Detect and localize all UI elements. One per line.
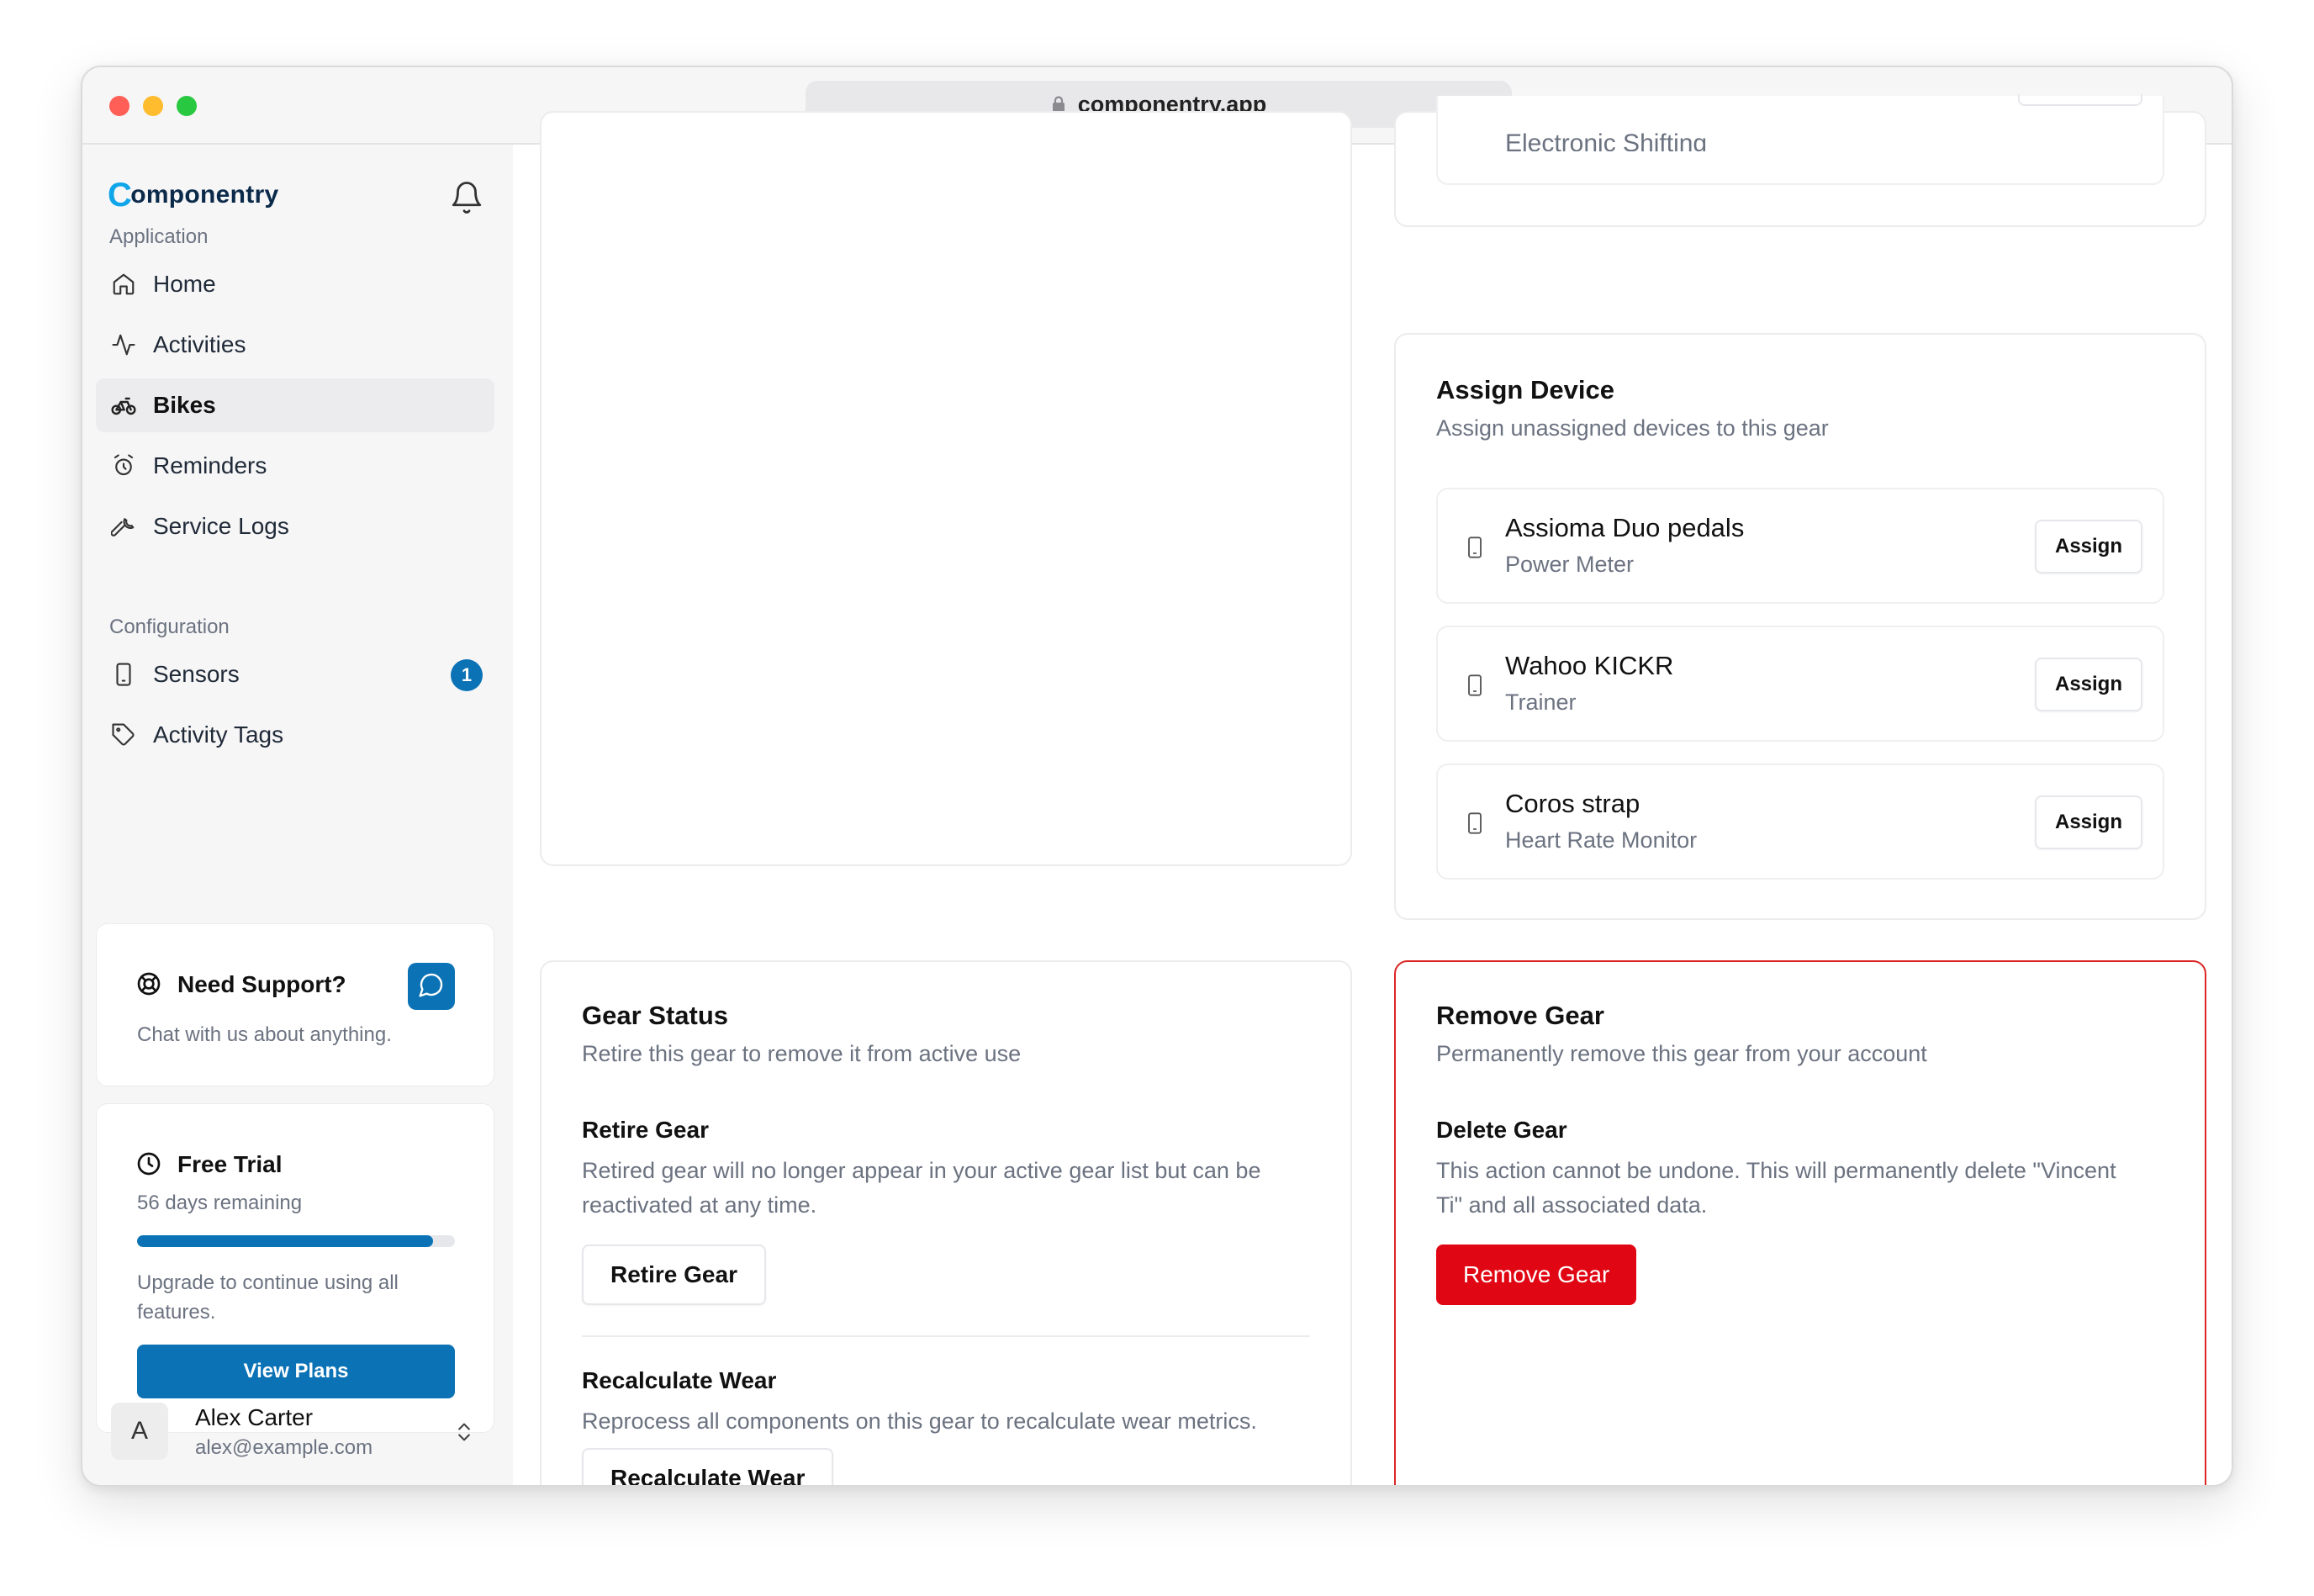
tablet-icon: [1463, 671, 1487, 704]
assign-button[interactable]: Assign: [2035, 520, 2142, 573]
device-type: Heart Rate Monitor: [1505, 827, 1698, 853]
sidebar-item-label: Reminders: [153, 452, 267, 478]
assign-device-card: Assign Device Assign unassigned devices …: [1394, 333, 2206, 920]
gear-status-card: Gear Status Retire this gear to remove i…: [540, 960, 1352, 1485]
empty-upper-card: [540, 111, 1352, 866]
sidebar-item-sensors[interactable]: Sensors 1: [96, 647, 494, 701]
sidebar-item-label: Bikes: [153, 392, 216, 418]
tag-icon: [109, 721, 138, 749]
device-type: Trainer: [1505, 690, 1577, 715]
sidebar: C omponentry Application Home Activities…: [82, 145, 513, 1485]
trial-days-remaining: 56 days remaining: [137, 1192, 303, 1214]
bike-icon: [109, 391, 138, 420]
remove-gear-subtitle: Permanently remove this gear from your a…: [1436, 1041, 1927, 1066]
section-divider: [582, 1335, 1310, 1337]
assign-device-subtitle: Assign unassigned devices to this gear: [1436, 415, 1829, 441]
trial-note: Upgrade to continue using all features.: [137, 1271, 399, 1324]
device-row: Coros strap Heart Rate Monitor Assign: [1436, 764, 2164, 880]
lifebuoy-icon: [135, 970, 162, 1001]
chat-button[interactable]: [408, 963, 455, 1010]
assign-button[interactable]: Assign: [2035, 658, 2142, 711]
user-email: alex@example.com: [195, 1436, 373, 1459]
device-name: Coros strap: [1505, 789, 1640, 818]
recalculate-wear-description: Reprocess all components on this gear to…: [582, 1408, 1257, 1434]
remove-gear-card: Remove Gear Permanently remove this gear…: [1394, 960, 2206, 1485]
remove-gear-title: Remove Gear: [1436, 1001, 1604, 1030]
device-name: Wahoo KICKR: [1505, 651, 1674, 680]
sidebar-item-home[interactable]: Home: [96, 257, 494, 311]
trial-progress-bar: [137, 1235, 455, 1247]
recalculate-wear-button[interactable]: Recalculate Wear: [582, 1448, 834, 1485]
wrench-icon: [109, 512, 138, 541]
brand-logo-mark: C: [108, 177, 133, 214]
minimize-window-button[interactable]: [143, 96, 163, 116]
sidebar-item-activities[interactable]: Activities: [96, 318, 494, 372]
chat-bubble-icon: [418, 971, 445, 1002]
remove-gear-button[interactable]: Remove Gear: [1436, 1245, 1637, 1305]
avatar: A: [111, 1403, 168, 1460]
tablet-icon: [109, 660, 138, 689]
sidebar-item-label: Home: [153, 271, 216, 297]
clock-icon: [135, 1150, 162, 1181]
partial-row-button[interactable]: [2018, 94, 2142, 106]
sidebar-item-activity-tags[interactable]: Activity Tags: [96, 708, 494, 762]
assign-button[interactable]: Assign: [2035, 795, 2142, 849]
chevrons-up-down-icon: [452, 1418, 476, 1451]
assign-device-title: Assign Device: [1436, 375, 1614, 404]
retire-gear-description: Retired gear will no longer appear in yo…: [582, 1158, 1261, 1218]
support-subtitle: Chat with us about anything.: [137, 1023, 392, 1046]
lock-icon: [1051, 96, 1066, 113]
component-list-card: Electronic Shifting: [1394, 94, 2206, 227]
sidebar-item-bikes[interactable]: Bikes: [96, 378, 494, 432]
sidebar-item-reminders[interactable]: Reminders: [96, 439, 494, 493]
retire-gear-button[interactable]: Retire Gear: [582, 1245, 766, 1305]
tablet-icon: [1463, 533, 1487, 566]
section-label-configuration: Configuration: [109, 616, 230, 638]
close-window-button[interactable]: [109, 96, 129, 116]
browser-window: componentry.app C omponentry Application…: [81, 66, 2233, 1487]
delete-gear-warning: This action cannot be undone. This will …: [1436, 1158, 2116, 1218]
retire-gear-heading: Retire Gear: [582, 1117, 709, 1143]
support-card: Need Support? Chat with us about anythin…: [96, 923, 494, 1086]
user-name: Alex Carter: [195, 1404, 314, 1430]
free-trial-card: Free Trial 56 days remaining Upgrade to …: [96, 1103, 494, 1433]
sidebar-item-label: Sensors: [153, 661, 240, 687]
trial-progress-fill: [137, 1235, 433, 1247]
user-menu[interactable]: A Alex Carter alex@example.com: [96, 1389, 494, 1473]
sidebar-item-label: Activity Tags: [153, 721, 284, 748]
gear-status-subtitle: Retire this gear to remove it from activ…: [582, 1041, 1022, 1066]
support-title: Need Support?: [177, 971, 346, 997]
partial-row-label: Electronic Shifting: [1505, 129, 1708, 151]
device-row: Wahoo KICKR Trainer Assign: [1436, 626, 2164, 742]
sidebar-item-service-logs[interactable]: Service Logs: [96, 499, 494, 553]
trial-title: Free Trial: [177, 1151, 283, 1177]
device-type: Power Meter: [1505, 552, 1635, 577]
partial-component-row: Electronic Shifting: [1436, 94, 2164, 185]
sensors-count-badge: 1: [451, 659, 483, 691]
sidebar-item-label: Service Logs: [153, 513, 289, 539]
device-name: Assioma Duo pedals: [1505, 513, 1745, 542]
delete-gear-heading: Delete Gear: [1436, 1117, 1567, 1143]
brand-name: omponentry: [130, 181, 279, 209]
device-row: Assioma Duo pedals Power Meter Assign: [1436, 488, 2164, 604]
main-content: Electronic Shifting Assign Device Assign…: [513, 94, 2232, 1485]
recalculate-wear-heading: Recalculate Wear: [582, 1367, 777, 1393]
maximize-window-button[interactable]: [177, 96, 197, 116]
tablet-icon: [1463, 809, 1487, 842]
bell-icon[interactable]: [449, 180, 484, 219]
section-label-application: Application: [109, 225, 209, 248]
activity-icon: [109, 330, 138, 359]
brand-logo[interactable]: C omponentry: [108, 178, 279, 212]
home-icon: [109, 270, 138, 299]
alarm-clock-icon: [109, 452, 138, 480]
gear-status-title: Gear Status: [582, 1001, 729, 1030]
sidebar-item-label: Activities: [153, 331, 246, 357]
